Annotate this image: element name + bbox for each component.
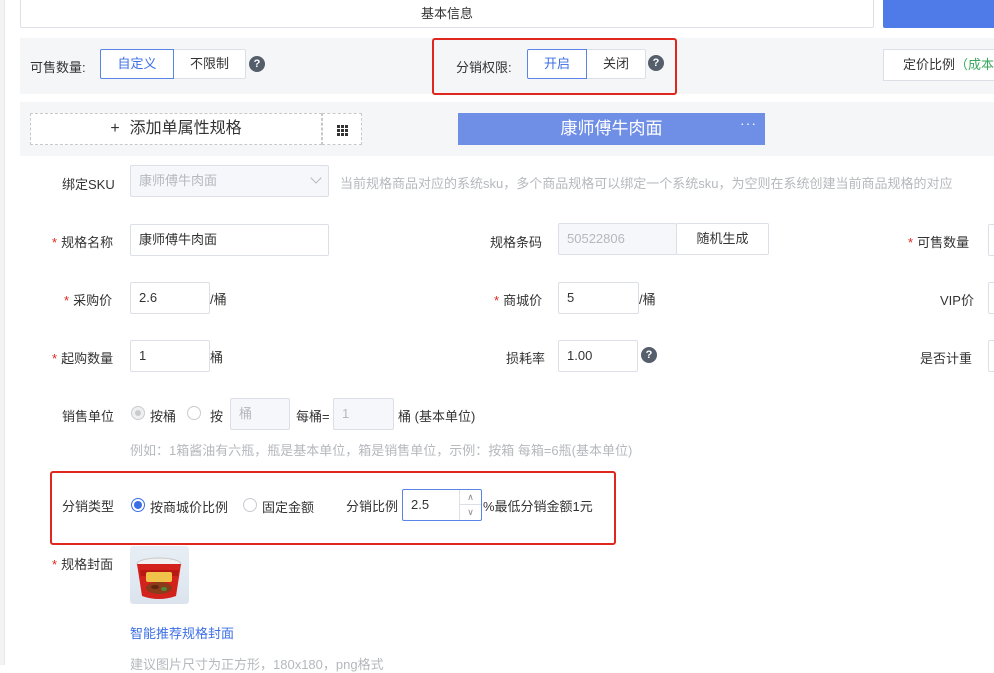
- min-purchase-input[interactable]: 1: [130, 340, 210, 372]
- sale-unit-hint: 例如：1箱酱油有六瓶，瓶是基本单位，箱是销售单位，示例：按箱 每箱=6瓶(基本单…: [130, 443, 633, 458]
- barcode-input[interactable]: 50522806: [558, 223, 677, 255]
- bind-sku-select[interactable]: 康师傅牛肉面: [130, 165, 329, 197]
- per-bucket-input[interactable]: 1: [333, 398, 394, 430]
- base-unit-text: 桶 (基本单位): [398, 409, 476, 424]
- sale-unit-opt2-label: 按: [210, 409, 224, 424]
- add-single-spec-label: 添加单属性规格: [129, 120, 242, 137]
- left-border: [0, 0, 5, 665]
- min-purchase-unit: 桶: [210, 350, 224, 365]
- bind-sku-hint: 当前规格商品对应的系统sku，多个商品规格可以绑定一个系统sku，为空则在系统创…: [340, 176, 953, 191]
- loss-rate-input[interactable]: 1.00: [558, 340, 638, 372]
- primary-tab-button[interactable]: [883, 0, 994, 28]
- cover-image[interactable]: [130, 546, 189, 604]
- barcode-label: 规格条码: [490, 235, 543, 250]
- weighing-label: 是否计重: [920, 351, 973, 366]
- smart-cover-link[interactable]: 智能推荐规格封面: [130, 623, 234, 642]
- add-single-spec-button[interactable]: + 添加单属性规格: [30, 113, 322, 145]
- bind-sku-value: 康师傅牛肉面: [139, 173, 218, 188]
- saleable-custom-button[interactable]: 自定义: [100, 49, 174, 79]
- mall-price-input[interactable]: 5: [558, 282, 639, 314]
- per-bucket-label: 每桶=: [296, 409, 330, 424]
- vip-price-label: VIP价: [940, 293, 974, 308]
- random-generate-button[interactable]: 随机生成: [676, 223, 769, 255]
- spec-tab-label: 康师傅牛肉面: [560, 119, 663, 138]
- cover-label: * 规格封面: [52, 557, 114, 572]
- pricing-ratio-button[interactable]: 定价比例（成本: [883, 49, 994, 81]
- pricing-ratio-label: 定价比例: [903, 57, 956, 72]
- distribution-on-button[interactable]: 开启: [527, 49, 587, 79]
- sale-unit-radio-custom[interactable]: [187, 406, 201, 420]
- saleable-qty-input[interactable]: [988, 224, 994, 256]
- highlight-box-distribution-type: [50, 471, 616, 545]
- sale-unit-input[interactable]: 桶: [230, 398, 290, 430]
- spec-name-input[interactable]: 康师傅牛肉面: [130, 224, 329, 256]
- saleable-unlimited-button[interactable]: 不限制: [173, 49, 246, 79]
- purchase-price-input[interactable]: 2.6: [130, 282, 210, 314]
- sale-unit-label: 销售单位: [62, 409, 115, 424]
- saleable-qty-label: 可售数量:: [30, 60, 86, 75]
- sale-unit-radio-bucket[interactable]: [131, 406, 145, 420]
- pricing-ratio-suffix: （成本: [955, 57, 994, 72]
- bind-sku-label: 绑定SKU: [62, 177, 115, 192]
- noodle-cup-image: [136, 557, 182, 599]
- saleable-qty-field-label: * 可售数量: [908, 235, 970, 250]
- mall-price-unit: /桶: [639, 292, 656, 307]
- sale-unit-opt1-label: 按桶: [150, 409, 177, 424]
- vip-price-input[interactable]: [988, 282, 994, 314]
- plus-icon: +: [110, 120, 120, 137]
- help-icon[interactable]: ?: [641, 347, 657, 363]
- purchase-price-label: * 采购价: [64, 293, 113, 308]
- chevron-down-icon: [310, 172, 322, 184]
- weighing-select[interactable]: [988, 340, 994, 372]
- spec-name-label: * 规格名称: [52, 235, 114, 250]
- min-purchase-label: * 起购数量: [52, 351, 114, 366]
- purchase-price-unit: /桶: [210, 292, 227, 307]
- spec-tab-active[interactable]: 康师傅牛肉面 ···: [458, 113, 765, 145]
- basic-info-tab[interactable]: 基本信息: [20, 0, 874, 28]
- grid-icon[interactable]: [322, 113, 362, 145]
- more-icon[interactable]: ···: [740, 107, 757, 139]
- cover-hint: 建议图片尺寸为正方形，180x180，png格式: [130, 657, 384, 672]
- help-icon[interactable]: ?: [249, 56, 265, 72]
- loss-rate-label: 损耗率: [506, 351, 546, 366]
- mall-price-label: * 商城价: [494, 293, 543, 308]
